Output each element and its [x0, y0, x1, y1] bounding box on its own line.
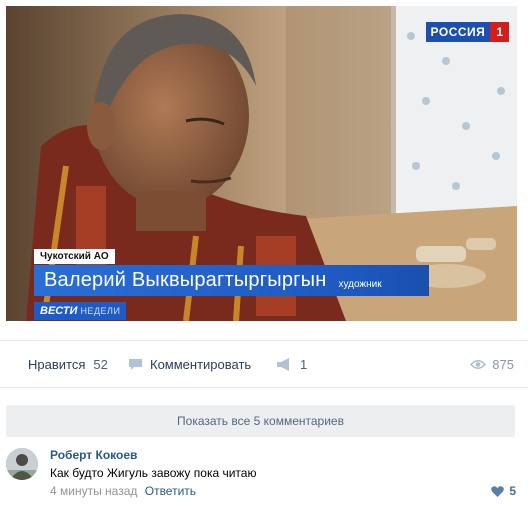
channel-number: 1 — [490, 22, 509, 42]
person-name: Валерий Выквырагтыргыргын — [44, 269, 327, 291]
comment-item: Роберт Кокоев Как будто Жигуль завожу по… — [0, 444, 528, 509]
reply-button[interactable]: Ответить — [145, 484, 196, 498]
heart-icon — [491, 485, 505, 497]
eye-icon — [470, 360, 487, 369]
show-suffix: НЕДЕЛИ — [80, 306, 121, 316]
show-all-comments-button[interactable]: Показать все 5 комментариев — [6, 405, 515, 437]
show-logo: ВЕСТИ НЕДЕЛИ — [34, 302, 127, 320]
comment-text: Как будто Жигуль завожу пока читаю — [50, 466, 257, 480]
name-caption-bar: Валерий Выквырагтыргыргын художник — [34, 265, 429, 296]
comment-meta: 4 минуты назад Ответить — [50, 484, 196, 498]
comment-time[interactable]: 4 минуты назад — [50, 484, 137, 498]
channel-name: РОССИЯ — [425, 22, 491, 42]
comment-author[interactable]: Роберт Кокоев — [50, 448, 137, 462]
views-counter: 875 — [470, 357, 514, 372]
like-count: 52 — [93, 357, 108, 372]
megaphone-icon — [277, 358, 289, 371]
region-caption: Чукотский АО — [34, 249, 115, 264]
channel-logo: РОССИЯ 1 — [425, 22, 509, 42]
comment-label: Комментировать — [150, 357, 252, 372]
comment-like-button[interactable]: 5 — [491, 484, 516, 498]
like-button[interactable]: Нравится 52 — [28, 357, 108, 372]
views-count: 875 — [492, 357, 514, 372]
share-button[interactable]: 1 — [276, 357, 307, 372]
post-action-bar: Нравится 52 Комментировать 1 875 — [0, 340, 528, 388]
avatar[interactable] — [6, 448, 38, 480]
show-name: ВЕСТИ — [40, 305, 78, 317]
comment-button[interactable]: Комментировать — [128, 357, 251, 372]
share-count: 1 — [300, 357, 308, 372]
comment-icon — [129, 359, 142, 370]
post-video-frame[interactable]: РОССИЯ 1 Чукотский АО Валерий Выквырагты… — [6, 6, 517, 321]
user-avatar-image — [6, 448, 38, 480]
like-label: Нравится — [28, 357, 86, 372]
person-role: художник — [338, 279, 382, 290]
comment-like-count: 5 — [509, 484, 516, 498]
